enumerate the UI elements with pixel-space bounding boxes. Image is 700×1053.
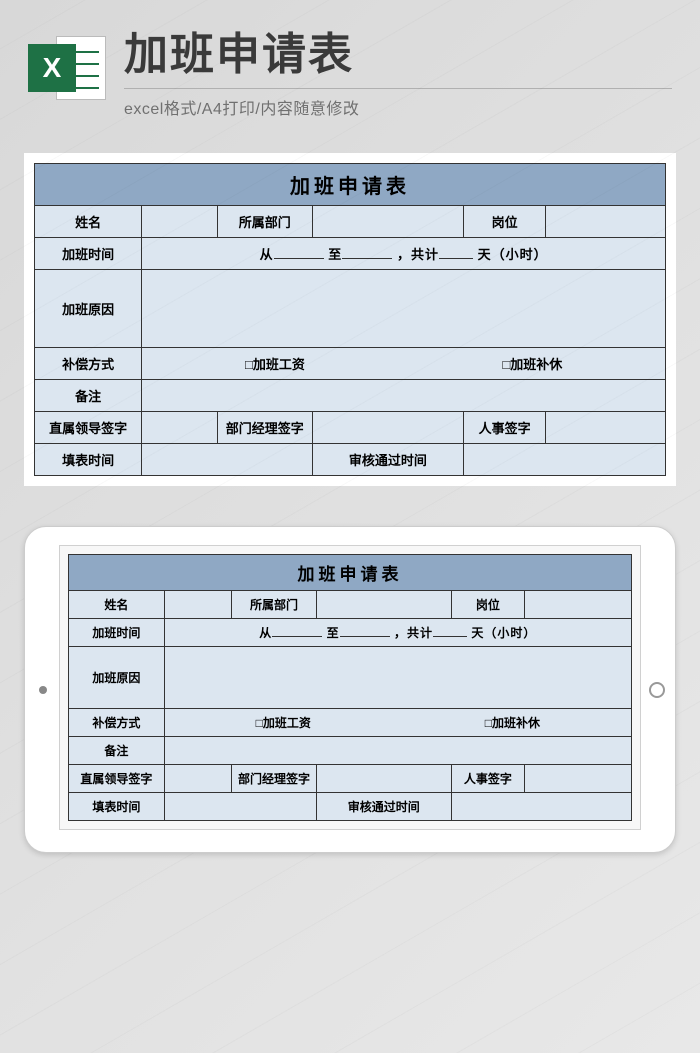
value-name <box>164 591 232 619</box>
value-position <box>524 591 631 619</box>
excel-icon-letter: X <box>28 44 76 92</box>
value-remark <box>142 380 666 412</box>
label-hr-sign: 人事签字 <box>451 765 524 793</box>
page-subtitle: excel格式/A4打印/内容随意修改 <box>124 88 672 119</box>
label-fill-time: 填表时间 <box>69 793 165 821</box>
value-hr-sign <box>546 412 666 444</box>
label-overtime-reason: 加班原因 <box>69 647 165 709</box>
value-name <box>142 206 218 238</box>
overtime-form-table-small: 加班申请表 姓名 所属部门 岗位 加班时间 从 至 ，共计 天（小时） <box>68 554 632 821</box>
value-fill-time <box>142 444 312 476</box>
value-fill-time <box>164 793 316 821</box>
value-department <box>316 591 451 619</box>
label-approve-time: 审核通过时间 <box>312 444 463 476</box>
value-position <box>546 206 666 238</box>
label-overtime-time: 加班时间 <box>35 238 142 270</box>
option-overtime-pay: □加班工资 <box>256 714 311 731</box>
label-direct-leader-sign: 直属领导签字 <box>69 765 165 793</box>
label-hr-sign: 人事签字 <box>464 412 546 444</box>
label-department: 所属部门 <box>217 206 312 238</box>
label-position: 岗位 <box>464 206 546 238</box>
label-remark: 备注 <box>69 737 165 765</box>
tablet-camera-icon <box>39 686 47 694</box>
value-overtime-time: 从 至 ，共计 天（小时） <box>164 619 631 647</box>
label-approve-time: 审核通过时间 <box>316 793 451 821</box>
label-name: 姓名 <box>69 591 165 619</box>
page-title: 加班申请表 <box>124 18 672 82</box>
value-compensation: □加班工资 □加班补休 <box>164 709 631 737</box>
overtime-form-table: 加班申请表 姓名 所属部门 岗位 加班时间 从 至 ，共计 天（小时） 加班原因 <box>34 163 666 476</box>
label-dept-manager-sign: 部门经理签字 <box>217 412 312 444</box>
label-compensation: 补偿方式 <box>69 709 165 737</box>
value-department <box>312 206 463 238</box>
value-hr-sign <box>524 765 631 793</box>
label-dept-manager-sign: 部门经理签字 <box>232 765 316 793</box>
label-remark: 备注 <box>35 380 142 412</box>
header: X 加班申请表 excel格式/A4打印/内容随意修改 <box>0 0 700 129</box>
excel-icon: X <box>28 30 106 108</box>
label-overtime-time: 加班时间 <box>69 619 165 647</box>
form-title: 加班申请表 <box>35 164 666 206</box>
option-overtime-pay: □加班工资 <box>245 354 305 373</box>
value-overtime-reason <box>164 647 631 709</box>
value-dept-manager-sign <box>316 765 451 793</box>
value-overtime-reason <box>142 270 666 348</box>
value-compensation: □加班工资 □加班补休 <box>142 348 666 380</box>
form-title: 加班申请表 <box>69 555 632 591</box>
label-department: 所属部门 <box>232 591 316 619</box>
tablet-home-button-icon <box>649 682 665 698</box>
label-fill-time: 填表时间 <box>35 444 142 476</box>
label-position: 岗位 <box>451 591 524 619</box>
sheet-preview-primary: 加班申请表 姓名 所属部门 岗位 加班时间 从 至 ，共计 天（小时） 加班原因 <box>24 153 676 486</box>
value-direct-leader-sign <box>164 765 232 793</box>
tablet-frame: 加班申请表 姓名 所属部门 岗位 加班时间 从 至 ，共计 天（小时） <box>24 526 676 853</box>
label-overtime-reason: 加班原因 <box>35 270 142 348</box>
option-overtime-rest: □加班补休 <box>502 354 562 373</box>
label-compensation: 补偿方式 <box>35 348 142 380</box>
label-direct-leader-sign: 直属领导签字 <box>35 412 142 444</box>
value-direct-leader-sign <box>142 412 218 444</box>
value-approve-time <box>464 444 666 476</box>
value-remark <box>164 737 631 765</box>
option-overtime-rest: □加班补休 <box>485 714 540 731</box>
value-approve-time <box>451 793 631 821</box>
label-name: 姓名 <box>35 206 142 238</box>
value-dept-manager-sign <box>312 412 463 444</box>
value-overtime-time: 从 至 ，共计 天（小时） <box>142 238 666 270</box>
